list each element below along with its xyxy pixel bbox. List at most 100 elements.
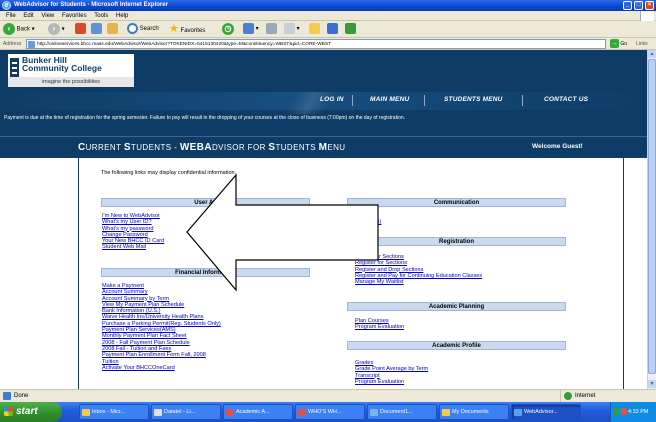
page-icon xyxy=(28,41,35,48)
research-icon xyxy=(345,23,356,34)
messenger-button[interactable] xyxy=(327,23,338,36)
forward-arrow-icon: › xyxy=(48,23,60,35)
links-button[interactable]: Links xyxy=(636,38,648,50)
go-arrow-icon: → xyxy=(610,39,619,49)
link-waitlist[interactable]: Manage My Waitlist xyxy=(355,279,482,285)
registration-links: Search for Sections Register for Section… xyxy=(355,254,482,285)
datatel-icon xyxy=(154,409,162,416)
college-mark-icon xyxy=(10,58,19,78)
go-button[interactable]: → Go xyxy=(610,39,636,49)
link-gpa-term[interactable]: Grade Point Average by Term xyxy=(355,366,428,372)
nav-log-in[interactable]: LOG IN xyxy=(320,96,344,103)
tray-security-icon xyxy=(621,408,627,415)
refresh-button[interactable] xyxy=(91,23,102,36)
payment-notice: Payment is due at the time of registrati… xyxy=(4,115,406,121)
page-viewport: Bunker Hill Community College imagine th… xyxy=(0,50,647,389)
main-nav: LOG IN MAIN MENU STUDENTS MENU CONTACT U… xyxy=(0,92,647,114)
print-button[interactable] xyxy=(266,23,277,36)
address-label: Address xyxy=(3,41,22,47)
stop-button[interactable] xyxy=(75,23,86,36)
globe-icon xyxy=(564,392,572,400)
title-bar: e WebAdvisor for Students - Microsoft In… xyxy=(0,0,656,11)
outlook-icon xyxy=(82,409,90,416)
communication-links: rs visor(s) xyxy=(363,213,381,226)
vertical-scrollbar[interactable]: ▲ ▼ xyxy=(647,50,656,389)
ie-logo-icon: e xyxy=(2,1,11,10)
mail-icon xyxy=(243,23,254,34)
menu-edit[interactable]: Edit xyxy=(23,13,33,19)
task-webadvisor[interactable]: WebAdvisor... xyxy=(511,404,581,420)
link-program-evaluation[interactable]: Program Evaluation xyxy=(355,324,404,330)
security-zone: Internet xyxy=(560,390,595,402)
task-document1[interactable]: Document1... xyxy=(367,404,437,420)
page-title-strip: CURRENT STUDENTS - WEBADVISOR FOR STUDEN… xyxy=(0,136,647,158)
link-communication-2[interactable]: visor(s) xyxy=(363,219,381,225)
section-academic-profile: Academic Profile xyxy=(347,341,566,350)
windows-flag-icon xyxy=(640,11,654,21)
windows-start-icon xyxy=(4,407,13,416)
page-title: CURRENT STUDENTS - WEBADVISOR FOR STUDEN… xyxy=(78,142,346,153)
system-tray: 4:33 PM xyxy=(610,402,656,422)
document-icon xyxy=(226,409,234,416)
section-registration: Registration xyxy=(347,237,566,246)
refresh-icon xyxy=(91,23,102,34)
favorites-button[interactable]: ★ Favorites xyxy=(169,23,205,36)
research-button[interactable] xyxy=(345,23,356,36)
messenger-icon xyxy=(327,23,338,34)
close-button[interactable]: × xyxy=(645,1,654,10)
financial-links: Make a Payment Account Summary Account S… xyxy=(102,283,221,371)
clock: 4:33 PM xyxy=(628,409,649,415)
link-program-evaluation-2[interactable]: Program Evaluation xyxy=(355,379,428,385)
mail-button[interactable]: ▾ xyxy=(243,23,259,36)
task-inbox[interactable]: Inbox - Micr... xyxy=(79,404,149,420)
scroll-up-icon[interactable]: ▲ xyxy=(648,50,656,58)
college-logo[interactable]: Bunker Hill Community College imagine th… xyxy=(8,54,134,87)
scroll-thumb[interactable] xyxy=(648,59,656,374)
menu-help[interactable]: Help xyxy=(116,13,128,19)
minimize-button[interactable]: _ xyxy=(623,1,632,10)
nav-students-menu[interactable]: STUDENTS MENU xyxy=(444,96,503,103)
toolbar: ‹ Back ▾ › ▾ Search ★ Favorites ◷ ▾ ▾ xyxy=(0,21,656,38)
section-user-account: User Ac xyxy=(101,198,310,207)
link-onecard[interactable]: Activate Your BHCCOneCard xyxy=(102,365,221,371)
folder-icon xyxy=(442,409,450,416)
menu-tools[interactable]: Tools xyxy=(94,13,108,19)
ie-icon xyxy=(514,409,522,416)
academic-planning-links: Plan Courses Program Evaluation xyxy=(355,318,404,331)
home-button[interactable] xyxy=(107,23,118,36)
scroll-down-icon[interactable]: ▼ xyxy=(648,380,656,388)
site-header: Bunker Hill Community College imagine th… xyxy=(0,50,647,136)
print-icon xyxy=(266,23,277,34)
link-web-mail[interactable]: Student Web Mail xyxy=(102,244,164,250)
task-my-documents[interactable]: My Documents xyxy=(439,404,509,420)
folder-button[interactable] xyxy=(309,23,320,36)
history-button[interactable]: ◷ xyxy=(222,23,234,36)
taskbar: start Inbox - Micr... Datatel - Li... Ac… xyxy=(0,402,656,422)
back-arrow-icon: ‹ xyxy=(3,23,15,35)
task-datatel[interactable]: Datatel - Li... xyxy=(151,404,221,420)
back-button[interactable]: ‹ Back ▾ xyxy=(3,23,35,36)
edit-button[interactable]: ▾ xyxy=(284,23,300,36)
welcome-text: Welcome Guest! xyxy=(532,143,583,150)
task-academic[interactable]: Academic A... xyxy=(223,404,293,420)
search-button[interactable]: Search xyxy=(127,23,159,36)
edit-icon xyxy=(284,23,295,34)
stop-icon xyxy=(75,23,86,34)
section-academic-planning: Academic Planning xyxy=(347,302,566,311)
menu-favorites[interactable]: Favorites xyxy=(62,13,87,19)
link-enrollment-form[interactable]: Payment Plan Enrollment Form Fall, 2008 xyxy=(102,352,221,358)
tray-network-icon xyxy=(614,408,620,415)
home-icon xyxy=(107,23,118,34)
task-whos-who[interactable]: WHO'S WH... xyxy=(295,404,365,420)
nav-main-menu[interactable]: MAIN MENU xyxy=(370,96,409,103)
address-input[interactable]: http://onlineservices.bhcc.mass.edu/WebA… xyxy=(26,39,606,49)
nav-contact-us[interactable]: CONTACT US xyxy=(544,96,588,103)
academic-profile-links: Grades Grade Point Average by Term Trans… xyxy=(355,360,428,385)
menu-file[interactable]: File xyxy=(6,13,16,19)
menu-view[interactable]: View xyxy=(41,13,54,19)
start-button[interactable]: start xyxy=(0,402,62,422)
link-waive-health[interactable]: Waive Health Ins/University Health Plans xyxy=(102,314,221,320)
maximize-button[interactable]: □ xyxy=(634,1,643,10)
forward-button[interactable]: › ▾ xyxy=(48,23,65,36)
folder-icon xyxy=(309,23,320,34)
